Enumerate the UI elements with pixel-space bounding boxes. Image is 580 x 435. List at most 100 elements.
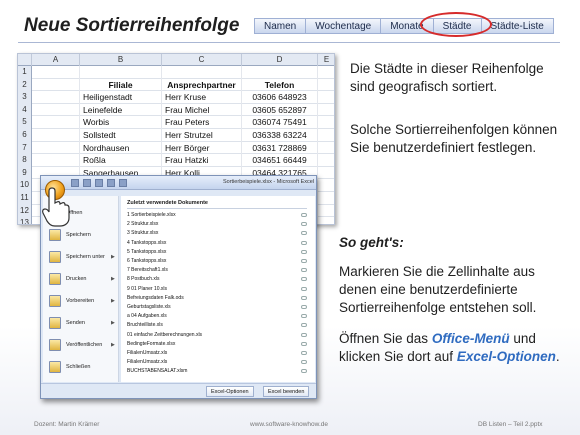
recent-document-item[interactable]: 7 Bereitschaft1.xls	[127, 267, 311, 275]
recent-document-item[interactable]: Befreiungsdaten Falk.ods	[127, 295, 311, 303]
redo-icon[interactable]	[95, 179, 103, 187]
sheet-cell[interactable]: 03606 648923	[242, 91, 318, 104]
recent-document-item[interactable]: 01 einfache Zeitberechnungen.xls	[127, 332, 311, 340]
sheet-cell[interactable]: Frau Hatzki	[162, 154, 242, 167]
sheet-cell[interactable]	[318, 142, 334, 155]
sheet-cell[interactable]	[318, 205, 334, 218]
sheet-cell[interactable]: Worbis	[80, 116, 162, 129]
row-number[interactable]: 5	[18, 116, 32, 129]
sheet-cell[interactable]: 036074 75491	[242, 116, 318, 129]
sheet-cell[interactable]: Leinefelde	[80, 103, 162, 117]
sheet-cell[interactable]	[318, 192, 334, 205]
recent-document-item[interactable]: 5 Tankstopps.xlsx	[127, 249, 311, 257]
sheet-cell[interactable]: 03631 728869	[242, 141, 318, 155]
pin-icon[interactable]	[301, 213, 307, 217]
pin-icon[interactable]	[301, 305, 307, 309]
pin-icon[interactable]	[301, 286, 307, 291]
sheet-cell[interactable]: Herr Kruse	[162, 91, 242, 104]
recent-document-item[interactable]: 3 Struktur.xlsx	[127, 230, 311, 238]
sheet-cell[interactable]: 03605 652897	[242, 103, 318, 117]
excel-options-button[interactable]: Excel-Optionen	[206, 386, 254, 397]
row-number[interactable]: 1	[18, 66, 32, 79]
row-number[interactable]: 12	[18, 204, 32, 218]
pin-icon[interactable]	[301, 295, 307, 300]
pin-icon[interactable]	[301, 332, 307, 337]
recent-document-item[interactable]: Geburtstagsliste.xls	[127, 304, 311, 312]
sheet-cell[interactable]: 034651 66449	[242, 154, 318, 167]
sheet-cell[interactable]: Herr Börger	[162, 141, 242, 155]
recent-document-item[interactable]: Bruchteilliste.xls	[127, 322, 311, 330]
pin-icon[interactable]	[301, 341, 307, 346]
sheet-cell[interactable]	[318, 179, 334, 192]
sort-desc-icon[interactable]	[119, 179, 127, 187]
tab-wochentage[interactable]: Wochentage	[306, 18, 382, 34]
sheet-cell[interactable]: Frau Michel	[162, 103, 242, 117]
recent-document-item[interactable]: FilialenUmsatz.xls	[127, 359, 311, 367]
undo-icon[interactable]	[83, 179, 91, 187]
row-number[interactable]: 8	[18, 154, 32, 167]
recent-document-item[interactable]: 1 Sortierbeispiele.xlsx	[127, 212, 311, 220]
recent-document-item[interactable]: BUCHSTABENSALAT.xlsm	[127, 368, 311, 376]
sheet-cell[interactable]	[318, 154, 334, 167]
sheet-cell[interactable]: Nordhausen	[80, 141, 162, 155]
sheet-cell[interactable]: Frau Peters	[162, 116, 242, 129]
row-number[interactable]: 7	[18, 141, 32, 155]
office-menu-item[interactable]: Speichern	[43, 226, 119, 245]
pin-icon[interactable]	[301, 323, 307, 328]
sheet-cell[interactable]: Ansprechpartner	[162, 78, 242, 92]
office-menu-item[interactable]: Veröffentlichen ▶	[43, 336, 119, 355]
recent-document-item[interactable]: 8 Postbuch.xls	[127, 276, 311, 284]
office-menu-item[interactable]: Senden ▶	[43, 314, 119, 333]
pin-icon[interactable]	[301, 369, 307, 374]
row-number[interactable]: 4	[18, 103, 32, 117]
column-header-c[interactable]: C	[162, 54, 242, 66]
column-header-d[interactable]: D	[242, 54, 318, 66]
pin-icon[interactable]	[301, 351, 307, 355]
recent-document-item[interactable]: 2 Struktur.xlsx	[127, 221, 311, 229]
sheet-cell[interactable]	[318, 104, 334, 117]
sheet-cell[interactable]	[318, 66, 334, 79]
pin-icon[interactable]	[301, 249, 307, 254]
sheet-cell[interactable]	[318, 91, 334, 104]
row-number[interactable]: 9	[18, 166, 32, 180]
sheet-cell[interactable]: Sollstedt	[80, 128, 162, 142]
column-header-a[interactable]: A	[32, 54, 80, 66]
sheet-cell[interactable]	[318, 116, 334, 129]
sheet-cell[interactable]	[32, 103, 80, 117]
sheet-cell[interactable]: Heiligenstadt	[80, 91, 162, 104]
pin-icon[interactable]	[301, 231, 307, 236]
sheet-cell[interactable]	[318, 79, 334, 92]
recent-document-item[interactable]: 6 Tankstopps.xlsx	[127, 258, 311, 266]
row-number[interactable]: 6	[18, 128, 32, 142]
sheet-cell[interactable]	[318, 217, 334, 224]
sheet-cell[interactable]	[80, 66, 162, 79]
office-menu-item[interactable]: Vorbereiten ▶	[43, 292, 119, 311]
row-number[interactable]: 10	[18, 179, 32, 192]
sheet-cell[interactable]	[32, 78, 80, 92]
sheet-cell[interactable]	[318, 167, 334, 180]
row-number[interactable]: 3	[18, 91, 32, 104]
tab-namen[interactable]: Namen	[254, 18, 307, 34]
recent-document-item[interactable]: a 04 Aufgaben.xls	[127, 313, 311, 321]
sheet-cell[interactable]	[32, 141, 80, 155]
sheet-cell[interactable]	[32, 91, 80, 104]
tab-staedte-liste[interactable]: Städte-Liste	[481, 18, 554, 34]
save-icon[interactable]	[71, 179, 79, 187]
pin-icon[interactable]	[301, 240, 307, 245]
sheet-cell[interactable]: Telefon	[242, 78, 318, 92]
column-header-e[interactable]: E	[318, 54, 334, 66]
sheet-cell[interactable]: Herr Strutzel	[162, 128, 242, 142]
office-menu-item[interactable]: Drucken ▶	[43, 270, 119, 289]
pin-icon[interactable]	[301, 259, 307, 263]
row-number[interactable]: 13	[18, 217, 32, 224]
sheet-cell[interactable]: Filiale	[80, 78, 162, 92]
sheet-cell[interactable]	[318, 129, 334, 142]
pin-icon[interactable]	[301, 314, 307, 319]
column-header-b[interactable]: B	[80, 54, 162, 66]
sheet-cell[interactable]	[162, 66, 242, 79]
sheet-cell[interactable]	[32, 66, 80, 79]
office-menu-item[interactable]: Schließen	[43, 358, 119, 377]
pin-icon[interactable]	[301, 277, 307, 282]
recent-document-item[interactable]: 9 01 Planer 10.xls	[127, 286, 311, 294]
sheet-cell[interactable]: Roßla	[80, 154, 162, 167]
